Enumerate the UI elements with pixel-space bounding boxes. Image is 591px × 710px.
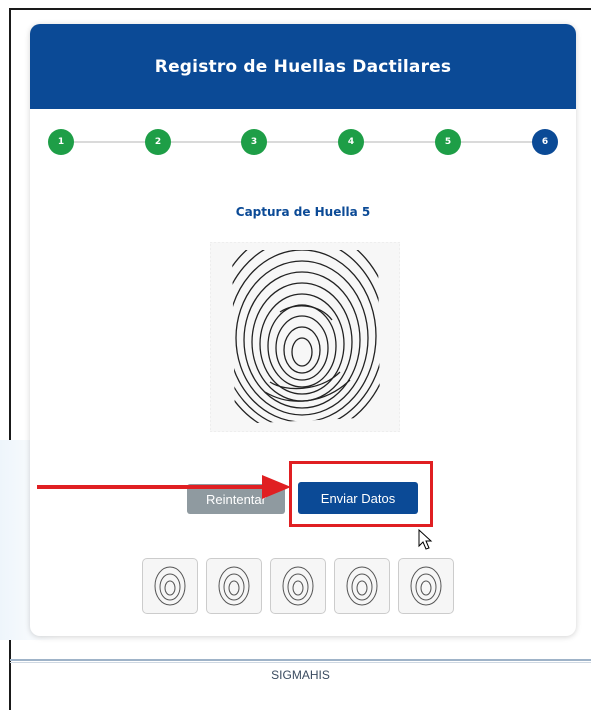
mouse-pointer-icon — [418, 529, 433, 550]
fingerprint-preview — [209, 241, 401, 433]
step-5-label: 5 — [444, 137, 452, 147]
step-5: 5 — [435, 129, 461, 155]
step-6: 6 — [532, 129, 558, 155]
annotation-highlight-box — [289, 461, 433, 527]
thumbnail-5[interactable] — [398, 558, 454, 614]
fingerprint-icon — [154, 566, 186, 606]
fingerprint-thumbnails — [142, 558, 464, 616]
step-4-label: 4 — [347, 137, 355, 147]
fingerprint-icon — [218, 566, 250, 606]
step-4: 4 — [338, 129, 364, 155]
step-2-label: 2 — [154, 137, 162, 147]
stepper-line — [61, 141, 545, 143]
step-3: 3 — [241, 129, 267, 155]
step-2: 2 — [145, 129, 171, 155]
page-title: Registro de Huellas Dactilares — [154, 56, 452, 77]
step-6-label: 6 — [541, 137, 549, 147]
footer-divider-secondary — [10, 662, 591, 663]
footer-divider — [10, 659, 591, 661]
fingerprint-icon — [209, 241, 401, 433]
capture-title: Captura de Huella 5 — [235, 205, 371, 219]
step-1: 1 — [48, 129, 74, 155]
step-3-label: 3 — [250, 137, 258, 147]
step-1-label: 1 — [57, 137, 65, 147]
thumbnail-1[interactable] — [142, 558, 198, 614]
footer-brand: SIGMAHIS — [271, 668, 330, 682]
progress-stepper: 1 2 3 4 5 6 — [30, 124, 576, 160]
fingerprint-icon — [282, 566, 314, 606]
thumbnail-3[interactable] — [270, 558, 326, 614]
fingerprint-icon — [346, 566, 378, 606]
fingerprint-card: Registro de Huellas Dactilares 1 2 3 4 5… — [30, 24, 576, 636]
thumbnail-2[interactable] — [206, 558, 262, 614]
arrow-right-icon — [37, 475, 291, 499]
thumbnail-4[interactable] — [334, 558, 390, 614]
fingerprint-icon — [410, 566, 442, 606]
card-header: Registro de Huellas Dactilares — [30, 24, 576, 109]
